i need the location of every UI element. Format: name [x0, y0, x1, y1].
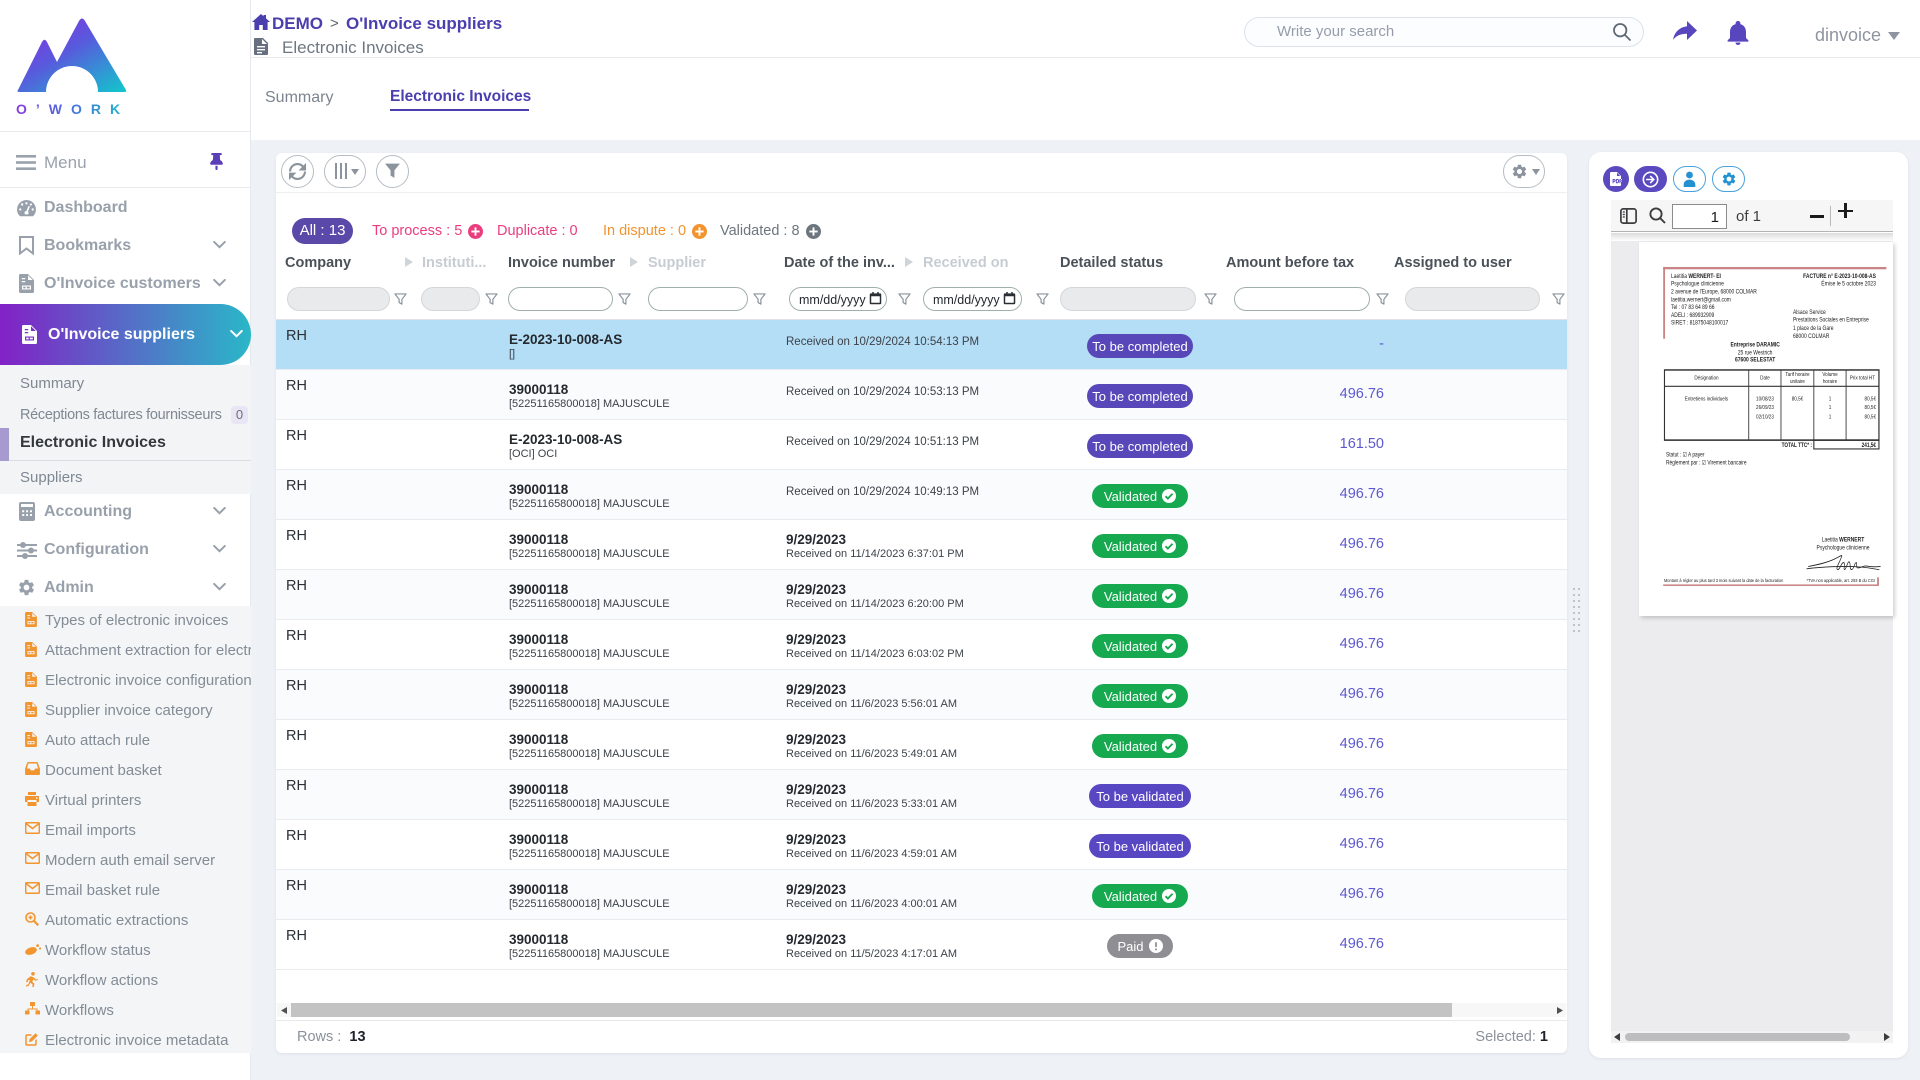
svg-text:O’WORK: O’WORK — [16, 101, 129, 117]
